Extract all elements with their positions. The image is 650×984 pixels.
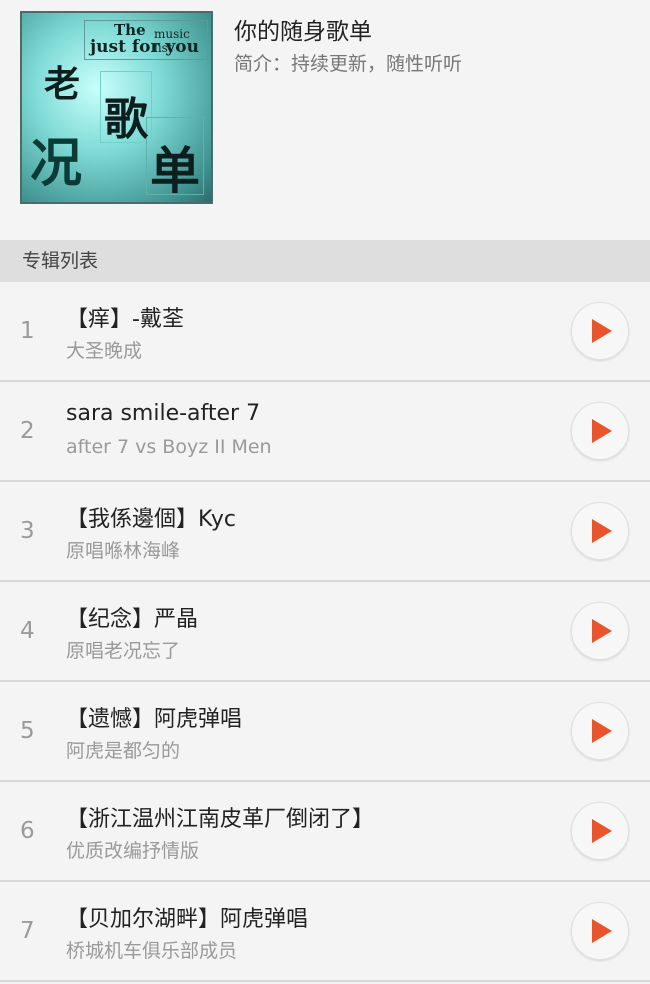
song-artist: 阿虎是都匀的 [66,740,181,762]
cover-text: 老 [44,63,81,105]
play-button[interactable] [571,402,629,460]
play-icon [592,919,612,943]
playlist-title: 你的随身歌单 [234,19,372,45]
playlist-description: 简介：持续更新，随性听听 [234,53,463,75]
song-row[interactable]: 3 【我係邊個】Kyc 原唱喺林海峰 [0,482,650,582]
song-artist: 桥城机车俱乐部成员 [66,940,238,962]
play-button[interactable] [571,902,629,960]
song-index: 1 [20,318,35,344]
song-name: 【我係邊個】Kyc [66,507,236,532]
play-button[interactable] [571,602,629,660]
song-index: 4 [20,618,35,644]
song-row[interactable]: 6 【浙江温州江南皮革厂倒闭了】 优质改编抒情版 [0,782,650,882]
song-list: 1 【痒】-戴荃 大圣晚成 2 sara smile-after 7 after… [0,282,650,982]
cover-text: 况 [30,133,83,194]
song-index: 7 [20,918,35,944]
play-icon [592,619,612,643]
section-header: 专辑列表 [0,240,650,282]
cover-text: 歌 [104,94,148,145]
song-row[interactable]: 5 【遗憾】阿虎弹唱 阿虎是都匀的 [0,682,650,782]
song-artist: 原唱喺林海峰 [66,540,181,562]
play-icon [592,319,612,343]
play-button[interactable] [571,802,629,860]
song-name: sara smile-after 7 [66,401,261,426]
album-cover[interactable]: The music list just for you 老 歌 况 单 [20,11,213,204]
song-artist: 原唱老况忘了 [66,640,181,662]
play-icon [592,819,612,843]
song-index: 2 [20,418,35,444]
playlist-header: The music list just for you 老 歌 况 单 你的随身… [0,0,650,240]
cover-text: 单 [150,141,200,200]
song-name: 【遗憾】阿虎弹唱 [66,707,243,732]
play-button[interactable] [571,302,629,360]
song-name: 【浙江温州江南皮革厂倒闭了】 [66,807,375,832]
play-button[interactable] [571,502,629,560]
song-row[interactable]: 4 【纪念】严晶 原唱老况忘了 [0,582,650,682]
song-row[interactable]: 2 sara smile-after 7 after 7 vs Boyz II … [0,382,650,482]
song-artist: after 7 vs Boyz II Men [66,436,272,458]
song-row[interactable]: 7 【贝加尔湖畔】阿虎弹唱 桥城机车俱乐部成员 [0,882,650,982]
song-artist: 优质改编抒情版 [66,840,200,862]
song-index: 5 [20,718,35,744]
play-icon [592,519,612,543]
cover-text: just for you [90,37,199,57]
song-name: 【贝加尔湖畔】阿虎弹唱 [66,907,309,932]
play-button[interactable] [571,702,629,760]
song-name: 【纪念】严晶 [66,607,199,632]
song-index: 3 [20,518,35,544]
song-row[interactable]: 1 【痒】-戴荃 大圣晚成 [0,282,650,382]
play-icon [592,419,612,443]
song-artist: 大圣晚成 [66,340,143,362]
play-icon [592,719,612,743]
song-index: 6 [20,818,35,844]
song-name: 【痒】-戴荃 [66,307,184,332]
